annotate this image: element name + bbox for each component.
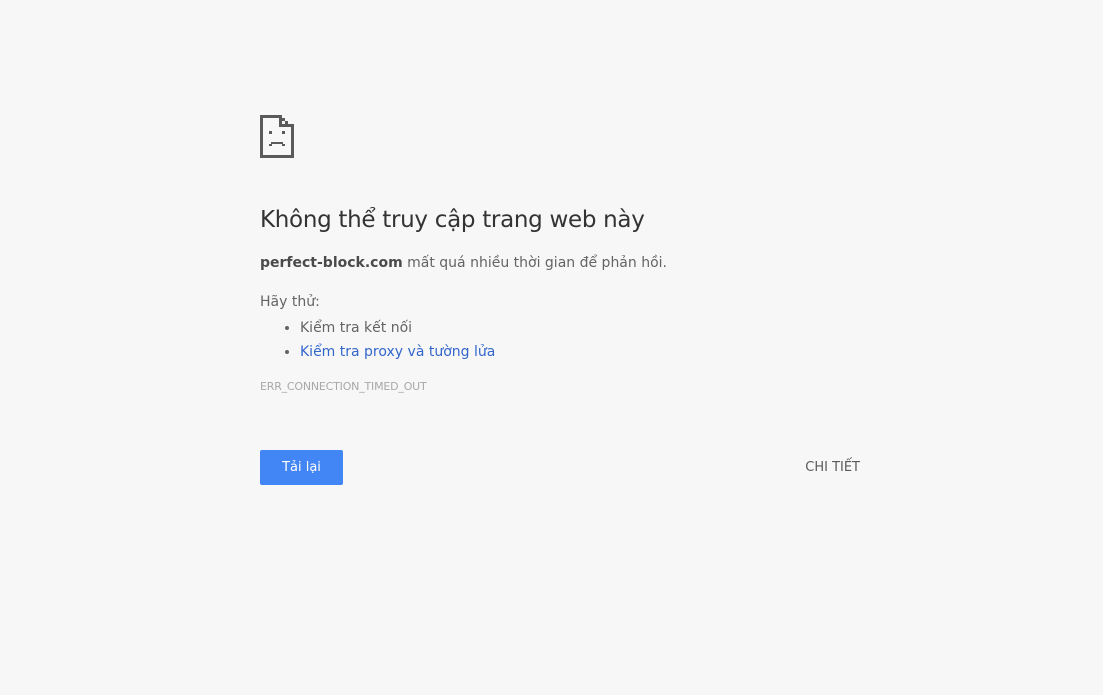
button-bar: Tải lại CHI TIẾT	[260, 450, 860, 485]
sad-page-icon	[260, 115, 294, 158]
list-item: Kiểm tra kết nối	[300, 316, 860, 340]
page-title: Không thể truy cập trang web này	[260, 207, 645, 233]
suggestions-list: Kiểm tra kết nối Kiểm tra proxy và tường…	[260, 316, 860, 364]
try-label: Hãy thử:	[260, 294, 320, 310]
error-code: ERR_CONNECTION_TIMED_OUT	[260, 380, 427, 393]
suggestion-check-connection: Kiểm tra kết nối	[300, 320, 413, 336]
error-page-content: Không thể truy cập trang web này perfect…	[260, 115, 860, 485]
reload-button[interactable]: Tải lại	[260, 450, 343, 485]
summary-text: mất quá nhiều thời gian để phản hồi.	[402, 255, 667, 271]
site-domain: perfect-block.com	[260, 255, 403, 271]
check-proxy-firewall-link[interactable]: Kiểm tra proxy và tường lửa	[300, 344, 495, 360]
list-item: Kiểm tra proxy và tường lửa	[300, 340, 860, 364]
details-button[interactable]: CHI TIẾT	[805, 450, 860, 485]
error-summary: perfect-block.com mất quá nhiều thời gia…	[260, 253, 860, 273]
